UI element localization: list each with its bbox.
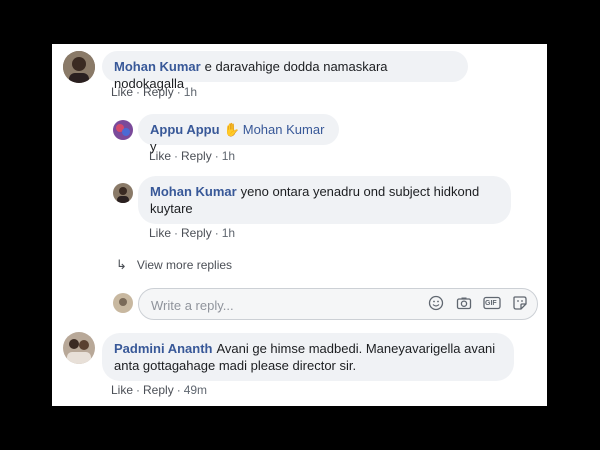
separator: · bbox=[176, 383, 181, 397]
timestamp[interactable]: 1h bbox=[222, 226, 235, 240]
comment-text-line2: kuytare bbox=[150, 201, 193, 216]
comment-author[interactable]: Padmini Ananth bbox=[114, 341, 212, 356]
comment-text: yeno ontara yenadru ond subject hidkond bbox=[240, 184, 480, 199]
reply-button[interactable]: Reply bbox=[181, 149, 212, 163]
gif-icon[interactable]: GIF bbox=[483, 295, 501, 313]
comment-author[interactable]: Mohan Kumar bbox=[150, 184, 237, 199]
timestamp[interactable]: 49m bbox=[184, 383, 207, 397]
comment-bubble: Padmini Ananth Avani ge himse madbedi. Ma… bbox=[102, 333, 514, 381]
reply-arrow-icon: ↳ bbox=[116, 257, 127, 272]
emoji-icon[interactable] bbox=[427, 295, 445, 313]
timestamp[interactable]: 1h bbox=[184, 85, 197, 99]
avatar[interactable] bbox=[63, 51, 95, 83]
sticker-icon[interactable] bbox=[511, 295, 529, 313]
view-more-label[interactable]: View more replies bbox=[137, 258, 232, 272]
avatar[interactable] bbox=[63, 332, 95, 364]
comment-text-line2: anta gottagahage madi please director si… bbox=[114, 358, 357, 373]
like-button[interactable]: Like bbox=[111, 383, 133, 397]
view-more-replies[interactable]: ↳ View more replies bbox=[116, 257, 232, 273]
separator: · bbox=[214, 149, 219, 163]
avatar[interactable] bbox=[113, 293, 133, 313]
avatar[interactable] bbox=[113, 183, 133, 203]
reply-button[interactable]: Reply bbox=[181, 226, 212, 240]
reply-input-box[interactable]: GIF bbox=[138, 288, 538, 320]
comment-actions: Like · Reply · 1h bbox=[111, 85, 197, 99]
separator: · bbox=[174, 226, 179, 240]
camera-icon[interactable] bbox=[455, 295, 473, 313]
separator: · bbox=[214, 226, 219, 240]
reply-button[interactable]: Reply bbox=[143, 383, 174, 397]
like-button[interactable]: Like bbox=[149, 226, 171, 240]
comment-actions: Like · Reply · 1h bbox=[149, 226, 235, 240]
like-button[interactable]: Like bbox=[111, 85, 133, 99]
reply-bubble: Appu Appu ✋ Mohan Kumar y bbox=[138, 114, 339, 154]
reply-button[interactable]: Reply bbox=[143, 85, 174, 99]
separator: · bbox=[136, 85, 141, 99]
gif-label: GIF bbox=[485, 300, 497, 307]
waving-hand-icon: ✋ bbox=[223, 122, 240, 137]
reply-input[interactable] bbox=[149, 295, 413, 315]
avatar[interactable] bbox=[113, 120, 133, 140]
comment-bubble: Mohan Kumar e daravahige dodda namaskara … bbox=[102, 51, 468, 91]
comment-actions: Like · Reply · 1h bbox=[149, 149, 235, 163]
separator: · bbox=[176, 85, 181, 99]
comment-actions: Like · Reply · 49m bbox=[111, 383, 207, 397]
comment-author[interactable]: Mohan Kumar bbox=[114, 59, 201, 74]
comment-author[interactable]: Appu Appu bbox=[150, 122, 220, 137]
comments-panel: Mohan Kumar e daravahige dodda namaskara … bbox=[52, 44, 547, 406]
mention-link[interactable]: Mohan Kumar bbox=[243, 122, 325, 137]
reply-bubble: Mohan Kumar yeno ontara yenadru ond subje… bbox=[138, 176, 511, 224]
separator: · bbox=[174, 149, 179, 163]
like-button[interactable]: Like bbox=[149, 149, 171, 163]
comment-text: Avani ge himse madbedi. Maneyavarigella … bbox=[216, 341, 496, 356]
separator: · bbox=[136, 383, 141, 397]
timestamp[interactable]: 1h bbox=[222, 149, 235, 163]
